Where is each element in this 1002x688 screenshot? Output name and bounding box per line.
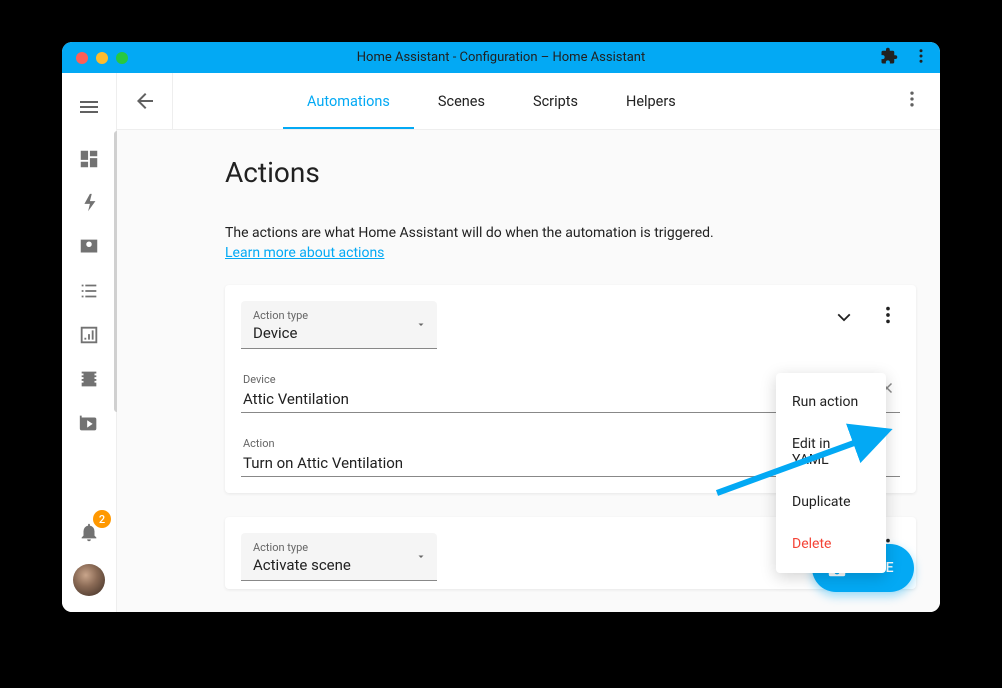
notifications-button[interactable]: 2 — [69, 512, 109, 552]
window-close-button[interactable] — [76, 52, 88, 64]
dashboard-icon[interactable] — [69, 139, 109, 179]
back-button[interactable] — [117, 73, 173, 129]
menu-edit-yaml[interactable]: Edit in YAML — [776, 423, 886, 481]
caret-down-icon — [415, 315, 427, 334]
tab-scripts[interactable]: Scripts — [509, 73, 602, 129]
action-type-label: Action type — [253, 541, 425, 554]
section-title: Actions — [225, 156, 916, 189]
action-type-label: Action type — [253, 309, 425, 322]
browser-menu-icon[interactable] — [912, 47, 930, 69]
user-avatar[interactable] — [73, 564, 105, 596]
action-type-value: Device — [253, 324, 425, 342]
tab-automations[interactable]: Automations — [283, 73, 414, 129]
list-icon[interactable] — [69, 271, 109, 311]
topbar-overflow-menu[interactable] — [902, 89, 922, 113]
section-description: The actions are what Home Assistant will… — [225, 225, 916, 241]
extensions-icon[interactable] — [880, 47, 898, 69]
app-window: Home Assistant - Configuration – Home As… — [62, 42, 940, 612]
caret-down-icon — [415, 547, 427, 566]
menu-run-action[interactable]: Run action — [776, 381, 886, 423]
action-type-select[interactable]: Action type Activate scene — [241, 533, 437, 581]
tab-scenes[interactable]: Scenes — [414, 73, 509, 129]
menu-delete[interactable]: Delete — [776, 523, 886, 565]
energy-icon[interactable] — [69, 183, 109, 223]
main-content: Automations Scenes Scripts Helpers Actio… — [117, 73, 940, 612]
menu-duplicate[interactable]: Duplicate — [776, 481, 886, 523]
media-icon[interactable] — [69, 403, 109, 443]
action-type-select[interactable]: Action type Device — [241, 301, 437, 349]
topbar: Automations Scenes Scripts Helpers — [117, 73, 940, 130]
action-context-menu: Run action Edit in YAML Duplicate Delete — [776, 373, 886, 573]
learn-more-link[interactable]: Learn more about actions — [225, 245, 384, 261]
card-overflow-menu[interactable] — [876, 303, 900, 327]
titlebar: Home Assistant - Configuration – Home As… — [62, 42, 940, 73]
traffic-lights — [62, 52, 128, 64]
tabs: Automations Scenes Scripts Helpers — [283, 73, 700, 129]
hamburger-menu-button[interactable] — [69, 87, 109, 127]
move-down-button[interactable] — [832, 303, 856, 327]
person-icon[interactable] — [69, 227, 109, 267]
window-title: Home Assistant - Configuration – Home As… — [62, 50, 940, 65]
notification-count-badge: 2 — [93, 510, 111, 528]
film-icon[interactable] — [69, 359, 109, 399]
chart-icon[interactable] — [69, 315, 109, 355]
tab-helpers[interactable]: Helpers — [602, 73, 700, 129]
window-maximize-button[interactable] — [116, 52, 128, 64]
action-type-value: Activate scene — [253, 556, 425, 574]
sidebar: 2 — [62, 73, 117, 612]
window-minimize-button[interactable] — [96, 52, 108, 64]
